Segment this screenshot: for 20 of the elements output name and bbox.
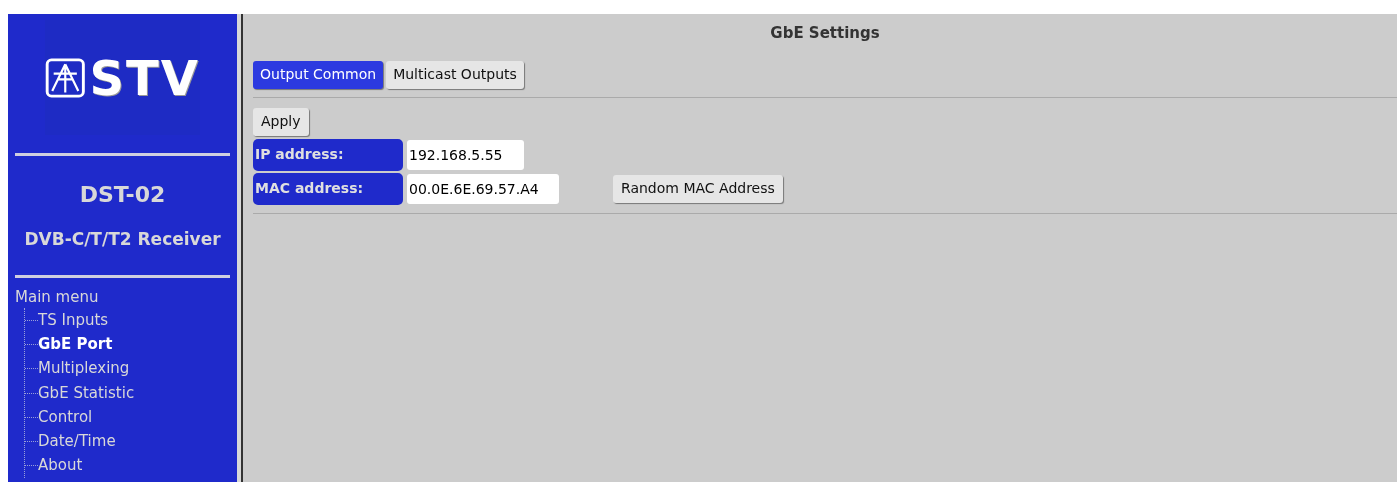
field-label: MAC address:: [253, 172, 403, 205]
menu-item[interactable]: GbE Statistic: [38, 385, 135, 401]
device-subtitle: DVB-C/T/T2 Receiver: [23, 228, 222, 251]
menu-item[interactable]: TS Inputs: [38, 312, 109, 328]
menu-item[interactable]: Date/Time: [38, 434, 116, 450]
tab[interactable]: Output Common: [253, 60, 384, 89]
menu-item[interactable]: About: [38, 458, 83, 474]
input-field[interactable]: 192.168.5.55: [407, 139, 524, 170]
menu-item[interactable]: Multiplexing: [38, 361, 130, 377]
menu-item[interactable]: Control: [38, 409, 93, 425]
logo-text: STV: [89, 53, 200, 102]
menu-item[interactable]: GbE Port: [38, 336, 113, 352]
page-title: GbE Settings: [769, 23, 881, 44]
menu-title: Main menu: [15, 286, 100, 308]
apply-button[interactable]: Apply: [253, 107, 309, 136]
input-field[interactable]: 00.0E.6E.69.57.A4: [407, 173, 559, 204]
tab[interactable]: Multicast Outputs: [386, 60, 524, 89]
device-name: DST-02: [78, 181, 167, 209]
random-mac-button[interactable]: Random MAC Address: [613, 174, 783, 203]
field-label: IP address:: [253, 138, 403, 171]
